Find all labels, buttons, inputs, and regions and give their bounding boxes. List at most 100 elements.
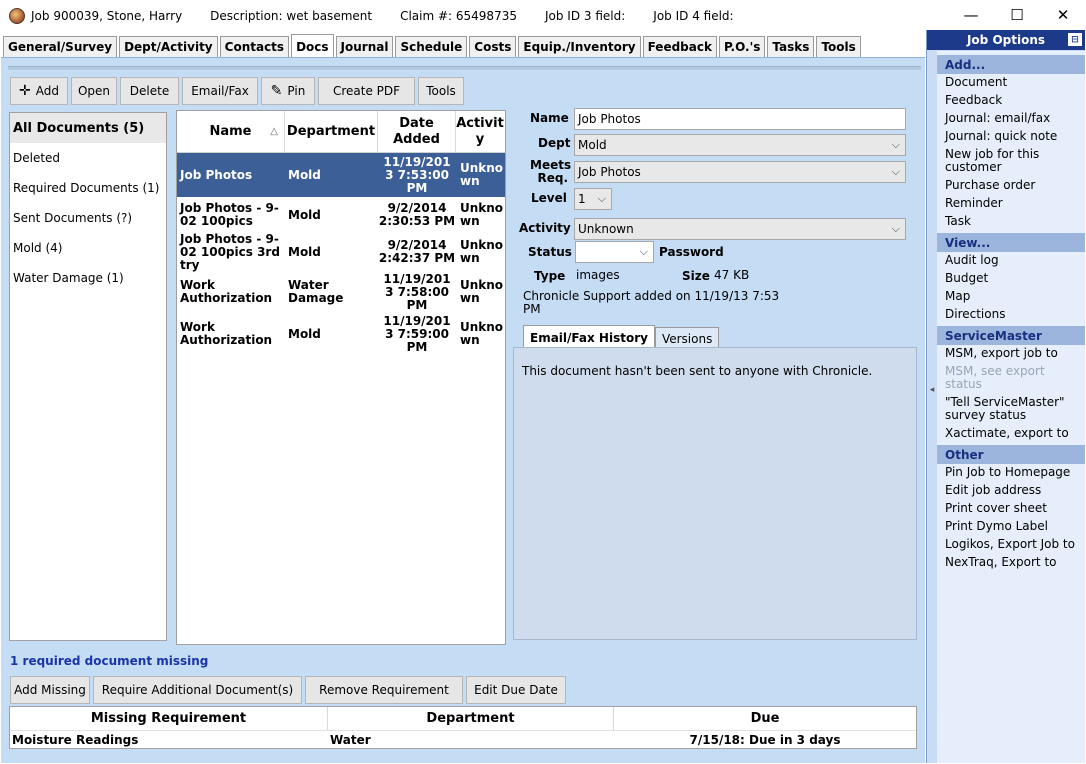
add-missing-button[interactable]: Add Missing — [10, 676, 90, 704]
status-select[interactable]: ⌵ — [575, 241, 654, 263]
table-row[interactable]: Work Authorization Water Damage 11/19/20… — [177, 271, 505, 313]
tab-docs[interactable]: Docs — [291, 34, 334, 58]
documents-table: Name △ Department Date Added Activit y J… — [176, 110, 506, 645]
section-add[interactable]: Add... — [937, 55, 1085, 74]
column-header-requirement[interactable]: Missing Requirement — [10, 707, 328, 730]
tab-contacts[interactable]: Contacts — [219, 36, 290, 57]
column-header-activity[interactable]: Activit y — [456, 111, 504, 152]
option-new-job-for-customer[interactable]: New job for this customer — [937, 148, 1085, 174]
tab-costs[interactable]: Costs — [469, 36, 517, 57]
document-filter-list: All Documents (5) Deleted Required Docum… — [9, 112, 167, 641]
filter-all-documents[interactable]: All Documents (5) — [10, 113, 166, 143]
delete-button[interactable]: Delete — [120, 77, 179, 105]
tab-pos[interactable]: P.O.'s — [718, 36, 766, 57]
add-label: Add — [35, 84, 59, 98]
job-options-list: Add... Document Feedback Journal: email/… — [937, 51, 1085, 763]
option-tell-servicemaster[interactable]: "Tell ServiceMaster" survey status — [937, 396, 1085, 422]
section-other[interactable]: Other — [937, 445, 1085, 464]
chevron-down-icon: ⌵ — [891, 138, 900, 151]
table-header: Missing Requirement Department Due — [10, 707, 916, 731]
tab-tools[interactable]: Tools — [816, 36, 861, 57]
tab-dept-activity[interactable]: Dept/Activity — [119, 36, 218, 57]
minimize-button[interactable]: — — [948, 0, 994, 30]
meets-req-select[interactable]: Job Photos ⌵ — [574, 161, 906, 183]
sort-ascending-icon: △ — [270, 125, 278, 137]
maximize-button[interactable]: ☐ — [994, 0, 1040, 30]
option-feedback[interactable]: Feedback — [937, 94, 1085, 107]
app-icon — [9, 8, 25, 24]
collapse-arrow-icon[interactable]: ◂ — [927, 385, 937, 395]
table-row[interactable]: Job Photos Mold 11/19/201 3 7:53:00 PM U… — [177, 153, 505, 197]
filter-mold[interactable]: Mold (4) — [10, 233, 166, 263]
column-header-name[interactable]: Name △ — [177, 111, 285, 152]
name-field[interactable]: Job Photos — [574, 108, 906, 130]
option-journal-quick-note[interactable]: Journal: quick note — [937, 130, 1085, 143]
open-button[interactable]: Open — [71, 77, 117, 105]
column-header-department[interactable]: Department — [328, 707, 614, 730]
job-description: Description: wet basement — [210, 9, 373, 23]
table-row[interactable]: Moisture Readings Water 7/15/18: Due in … — [10, 731, 916, 748]
column-header-date-added[interactable]: Date Added — [378, 111, 456, 152]
option-journal-email-fax[interactable]: Journal: email/fax — [937, 112, 1085, 125]
tab-journal[interactable]: Journal — [335, 36, 394, 57]
table-row[interactable]: Job Photos - 9-02 100pics Mold 9/2/2014 … — [177, 197, 505, 233]
tab-equip-inventory[interactable]: Equip./Inventory — [518, 36, 641, 57]
tab-email-fax-history[interactable]: Email/Fax History — [523, 325, 655, 349]
option-pin-job-homepage[interactable]: Pin Job to Homepage — [937, 466, 1085, 479]
option-nextraq-export[interactable]: NexTraq, Export to — [937, 556, 1085, 569]
section-view[interactable]: View... — [937, 233, 1085, 252]
history-message: This document hasn't been sent to anyone… — [522, 364, 873, 378]
pin-button[interactable]: ✎ Pin — [261, 77, 315, 105]
tab-schedule[interactable]: Schedule — [395, 36, 468, 57]
dept-select[interactable]: Mold ⌵ — [574, 134, 906, 156]
tab-feedback[interactable]: Feedback — [642, 36, 717, 57]
cell-department: Mold — [288, 167, 321, 182]
missing-requirements-table: Missing Requirement Department Due Moist… — [9, 706, 917, 749]
option-logikos-export[interactable]: Logikos, Export Job to — [937, 538, 1085, 551]
job-options-panel: Job Options ⊟ ◂ Add... Document Feedback… — [926, 30, 1085, 763]
filter-water-damage[interactable]: Water Damage (1) — [10, 263, 166, 293]
claim-number: Claim #: 65498735 — [400, 9, 517, 23]
option-print-dymo-label[interactable]: Print Dymo Label — [937, 520, 1085, 533]
column-header-department[interactable]: Department — [285, 111, 378, 152]
filter-sent-documents[interactable]: Sent Documents (?) — [10, 203, 166, 233]
option-directions[interactable]: Directions — [937, 308, 1085, 321]
pin-panel-icon[interactable]: ⊟ — [1068, 33, 1082, 46]
option-map[interactable]: Map — [937, 290, 1085, 303]
option-msm-export[interactable]: MSM, export job to — [937, 347, 1085, 360]
email-fax-button[interactable]: Email/Fax — [182, 77, 258, 105]
option-edit-job-address[interactable]: Edit job address — [937, 484, 1085, 497]
tab-tasks[interactable]: Tasks — [767, 36, 815, 57]
job-options-header: Job Options ⊟ — [927, 30, 1085, 50]
add-button[interactable]: ✛ Add — [10, 77, 68, 105]
level-select[interactable]: 1 ⌵ — [574, 188, 612, 210]
remove-requirement-button[interactable]: Remove Requirement — [305, 676, 463, 704]
password-label[interactable]: Password — [659, 245, 724, 259]
table-row[interactable]: Work Authorization Mold 11/19/201 3 7:59… — [177, 313, 505, 355]
create-pdf-button[interactable]: Create PDF — [318, 77, 415, 105]
filter-required-documents[interactable]: Required Documents (1) — [10, 173, 166, 203]
added-by-note: Chronicle Support added on 11/19/13 7:53… — [523, 290, 779, 316]
table-row[interactable]: Job Photos - 9-02 100pics 3rd try Mold 9… — [177, 232, 505, 271]
option-audit-log[interactable]: Audit log — [937, 254, 1085, 267]
close-button[interactable]: ✕ — [1040, 0, 1086, 30]
section-servicemaster[interactable]: ServiceMaster — [937, 326, 1085, 345]
tools-button[interactable]: Tools — [418, 77, 464, 105]
tab-versions[interactable]: Versions — [654, 327, 720, 349]
column-header-due[interactable]: Due — [614, 707, 916, 730]
option-xactimate-export[interactable]: Xactimate, export to — [937, 427, 1085, 440]
filter-deleted[interactable]: Deleted — [10, 143, 166, 173]
tab-general-survey[interactable]: General/Survey — [3, 36, 118, 57]
dept-label: Dept — [538, 136, 571, 150]
main-tabs: General/Survey Dept/Activity Contacts Do… — [0, 33, 925, 58]
option-document[interactable]: Document — [937, 76, 1085, 89]
option-task[interactable]: Task — [937, 215, 1085, 228]
option-budget[interactable]: Budget — [937, 272, 1085, 285]
option-print-cover-sheet[interactable]: Print cover sheet — [937, 502, 1085, 515]
history-tabs: Email/Fax History Versions — [523, 325, 720, 349]
option-purchase-order[interactable]: Purchase order — [937, 179, 1085, 192]
option-reminder[interactable]: Reminder — [937, 197, 1085, 210]
activity-select[interactable]: Unknown ⌵ — [574, 218, 906, 240]
edit-due-date-button[interactable]: Edit Due Date — [466, 676, 566, 704]
require-additional-button[interactable]: Require Additional Document(s) — [93, 676, 302, 704]
